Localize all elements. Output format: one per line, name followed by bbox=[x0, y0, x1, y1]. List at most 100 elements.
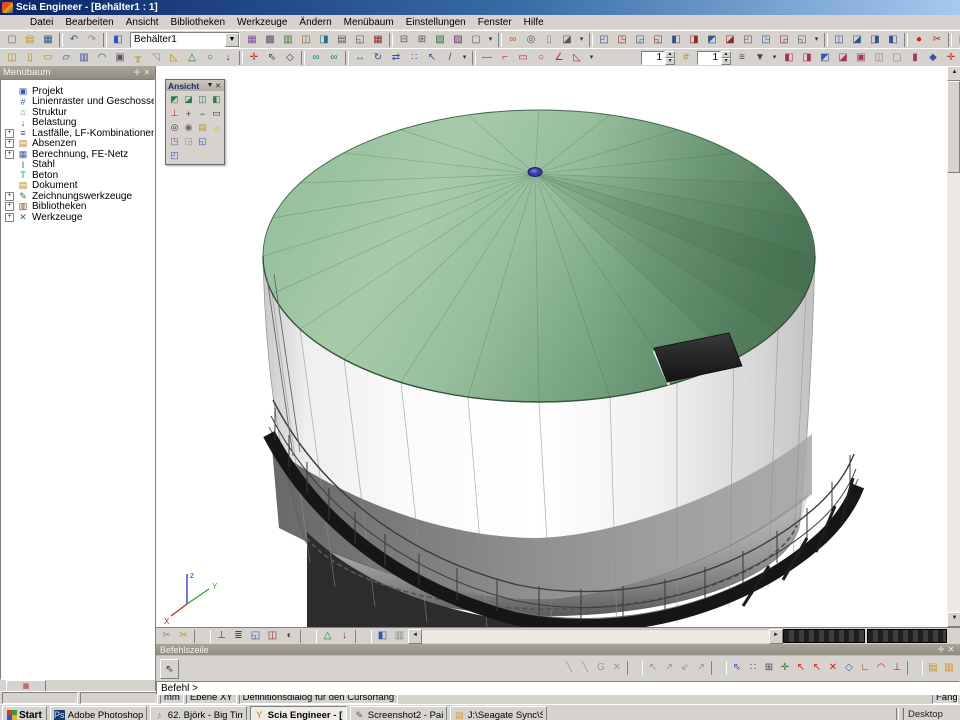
ucs-manager-icon[interactable]: ▥ bbox=[941, 660, 957, 676]
tree-item-stahl[interactable]: I Stahl bbox=[1, 160, 154, 171]
snap-endpoint-icon[interactable]: ↖ bbox=[793, 660, 809, 676]
layers-icon[interactable]: ≡ bbox=[733, 49, 751, 66]
constraint-icon[interactable]: ◆ bbox=[924, 49, 942, 66]
apex-node[interactable] bbox=[528, 168, 542, 177]
task-explorer-folder[interactable]: ▤ J:\Seagate Sync\SyncRe... bbox=[450, 706, 547, 720]
calculation-icon[interactable]: ▦ bbox=[243, 31, 261, 48]
view-axo-icon[interactable]: ◧ bbox=[210, 93, 223, 106]
stepper-arrows[interactable]: ▲▼ bbox=[721, 51, 731, 65]
format-painter-icon[interactable]: ◧ bbox=[884, 31, 902, 48]
snap-node-icon[interactable]: ◇ bbox=[841, 660, 857, 676]
view-delete-icon[interactable]: ◲ bbox=[182, 135, 195, 148]
section-display-icon[interactable]: ◫ bbox=[264, 629, 281, 644]
vertical-scroll-track[interactable] bbox=[947, 173, 960, 612]
selection-level-stepper[interactable]: 1 ▲▼ bbox=[641, 51, 675, 65]
line-grid-icon[interactable]: ⊞ bbox=[761, 660, 777, 676]
wall-icon[interactable]: ▥ bbox=[75, 49, 93, 66]
view-window-icon-12[interactable]: ◱ bbox=[793, 31, 811, 48]
cursor-snap-icon[interactable]: ⇖ bbox=[729, 660, 745, 676]
expand-icon[interactable]: + bbox=[5, 192, 14, 201]
connect-members-icon[interactable]: ◧ bbox=[780, 49, 798, 66]
column-icon[interactable]: ▯ bbox=[21, 49, 39, 66]
snap-ray-icon[interactable]: ╲ bbox=[577, 660, 593, 676]
scroll-up-icon[interactable]: ▲ bbox=[947, 66, 960, 81]
filter-icon[interactable]: ▼ bbox=[751, 49, 769, 66]
dof-icon[interactable]: ▮ bbox=[906, 49, 924, 66]
snap-settings-icon[interactable]: ✛ bbox=[777, 660, 793, 676]
move-icon[interactable]: ↔ bbox=[351, 49, 369, 66]
dot-grid-icon[interactable]: ∷ bbox=[745, 660, 761, 676]
print-preview-icon[interactable]: ⊞ bbox=[413, 31, 431, 48]
close-icon[interactable]: ✕ bbox=[142, 68, 152, 78]
layout-icon[interactable]: ◱ bbox=[351, 31, 369, 48]
pin-icon[interactable]: ✛ bbox=[936, 645, 946, 655]
node-snap-icon[interactable]: ✛ bbox=[245, 49, 263, 66]
menu-bibliotheken[interactable]: Bibliotheken bbox=[165, 16, 231, 29]
zoom-all-icon[interactable]: ◎ bbox=[168, 121, 181, 134]
polyline-icon[interactable]: ⌐ bbox=[496, 49, 514, 66]
menu-menubaum[interactable]: Menübaum bbox=[338, 16, 400, 29]
view-window-icon-5[interactable]: ◧ bbox=[667, 31, 685, 48]
snap-ortho-icon[interactable]: ∟ bbox=[857, 660, 873, 676]
view-window-icon-8[interactable]: ◪ bbox=[721, 31, 739, 48]
ucs-icon[interactable]: ▤ bbox=[925, 660, 941, 676]
load-icon[interactable]: ↓ bbox=[219, 49, 237, 66]
copy-icon[interactable]: ◫ bbox=[830, 31, 848, 48]
save-icon[interactable]: ▦ bbox=[39, 31, 57, 48]
tree-item-struktur[interactable]: ⌂ Struktur bbox=[1, 107, 154, 118]
snap-mirror-icon[interactable]: ↗ bbox=[693, 660, 709, 676]
cross-link-icon[interactable]: ◪ bbox=[834, 49, 852, 66]
shell-icon[interactable]: ◠ bbox=[93, 49, 111, 66]
support-icon[interactable]: △ bbox=[183, 49, 201, 66]
array-icon[interactable]: ∷ bbox=[405, 49, 423, 66]
vertical-scrollbar[interactable]: ▲ ▼ bbox=[947, 66, 960, 627]
close-icon[interactable]: ✕ bbox=[214, 81, 222, 91]
ucs-view-icon[interactable]: ⊥ bbox=[168, 107, 181, 120]
tree-item-projekt[interactable]: ▣ Projekt bbox=[1, 86, 154, 97]
undo-icon[interactable]: ↶ bbox=[65, 31, 83, 48]
zoom-selection-icon[interactable]: ◉ bbox=[182, 121, 195, 134]
rigid-arm-icon[interactable]: ▣ bbox=[852, 49, 870, 66]
tree-item-dokument[interactable]: ▤ Dokument bbox=[1, 181, 154, 192]
project-combo[interactable]: Behälter1 ▼ bbox=[130, 32, 240, 48]
view-window-icon-9[interactable]: ◰ bbox=[739, 31, 757, 48]
pin-icon[interactable]: ✛ bbox=[132, 68, 142, 78]
scroll-right-icon[interactable]: ► bbox=[769, 629, 783, 644]
expand-icon[interactable]: + bbox=[5, 202, 14, 211]
view-save-icon[interactable]: ◳ bbox=[168, 135, 181, 148]
menu-bearbeiten[interactable]: Bearbeiten bbox=[59, 16, 119, 29]
hinge-icon[interactable]: ○ bbox=[201, 49, 219, 66]
scrollbar-dark-segment[interactable] bbox=[783, 629, 865, 643]
stretch-icon[interactable]: ↖ bbox=[423, 49, 441, 66]
menu-hilfe[interactable]: Hilfe bbox=[518, 16, 550, 29]
menu-einstellungen[interactable]: Einstellungen bbox=[400, 16, 472, 29]
view-settings-icon[interactable]: ▥ bbox=[391, 629, 408, 644]
scroll-left-icon[interactable]: ◄ bbox=[408, 629, 422, 644]
folder-icon[interactable]: ▤ bbox=[954, 31, 960, 48]
results-icon[interactable]: ▥ bbox=[279, 31, 297, 48]
task-media-player[interactable]: ♪ 62. Björk - Big Time Sens... bbox=[150, 706, 247, 720]
snap-rotate-icon[interactable]: ⇙ bbox=[677, 660, 693, 676]
close-icon[interactable]: ✕ bbox=[946, 645, 956, 655]
concrete-check-icon[interactable]: ◨ bbox=[315, 31, 333, 48]
view-window-icon-7[interactable]: ◩ bbox=[703, 31, 721, 48]
zoom-out-icon[interactable]: − bbox=[196, 107, 209, 120]
expand-icon[interactable]: + bbox=[5, 150, 14, 159]
tree-item-berechnung[interactable]: + ▦ Berechnung, FE-Netz bbox=[1, 149, 154, 160]
rib-icon[interactable]: ╥ bbox=[129, 49, 147, 66]
stepper-arrows[interactable]: ▲▼ bbox=[665, 51, 675, 65]
snap-delete-icon[interactable]: ✕ bbox=[609, 660, 625, 676]
named-views-icon[interactable]: ◱ bbox=[247, 629, 264, 644]
tree-item-werkzeuge[interactable]: + ✕ Werkzeuge bbox=[1, 212, 154, 223]
vertical-scroll-thumb[interactable] bbox=[947, 81, 960, 173]
task-scia-engineer[interactable]: Y Scia Engineer - [Behäl... bbox=[250, 706, 347, 720]
view-z-icon[interactable]: ◫ bbox=[196, 93, 209, 106]
task-photoshop[interactable]: Ps Adobe Photoshop CS3 E... bbox=[50, 706, 147, 720]
scissors-icon[interactable]: ✂ bbox=[928, 31, 946, 48]
polygon-select-icon[interactable]: ◇ bbox=[281, 49, 299, 66]
view-window-icon-10[interactable]: ◳ bbox=[757, 31, 775, 48]
window-view-icon[interactable]: ◱ bbox=[196, 135, 209, 148]
scroll-down-icon[interactable]: ▼ bbox=[947, 612, 960, 627]
snap-move-icon[interactable]: ↖ bbox=[645, 660, 661, 676]
supports-display-icon[interactable]: △ bbox=[319, 629, 336, 644]
